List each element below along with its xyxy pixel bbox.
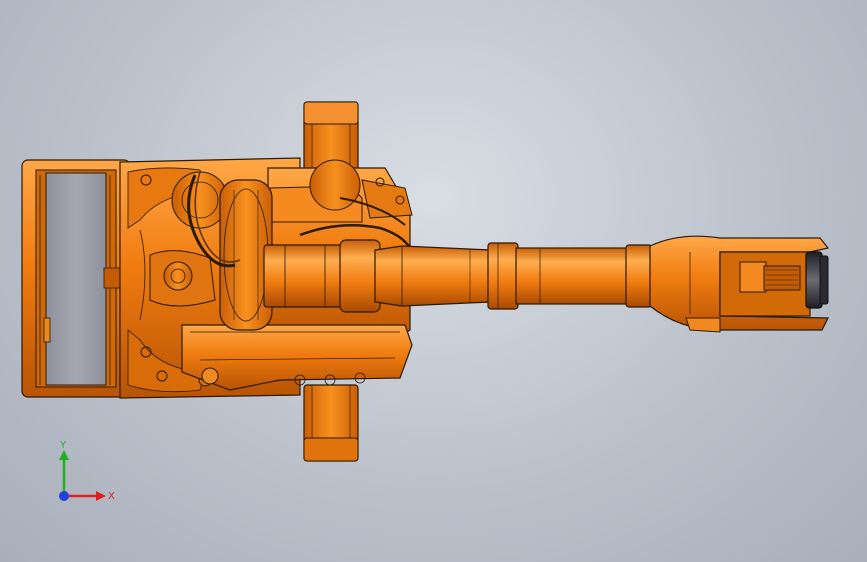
- x-axis-label: X: [108, 491, 115, 502]
- upper-arm-motor[interactable]: [263, 239, 381, 313]
- x-axis-arrow: [96, 491, 106, 501]
- y-axis-arrow: [59, 450, 69, 460]
- base-frame[interactable]: [21, 159, 131, 398]
- wrist-unit[interactable]: [719, 251, 811, 317]
- lower-arm-link[interactable]: [181, 324, 413, 391]
- upper-arm-tube[interactable]: [374, 245, 491, 307]
- y-axis-label: Y: [59, 440, 67, 451]
- z-axis-dot: [59, 491, 69, 501]
- robot-arm-model[interactable]: [0, 0, 867, 562]
- coordinate-triad: Y X: [59, 440, 115, 502]
- graphics-viewport[interactable]: Y X: [0, 0, 867, 562]
- triad-plane: [64, 464, 96, 496]
- elbow-sleeve[interactable]: [487, 242, 629, 310]
- axis2-motor-bottom[interactable]: [303, 384, 359, 462]
- tool-flange[interactable]: [805, 251, 829, 309]
